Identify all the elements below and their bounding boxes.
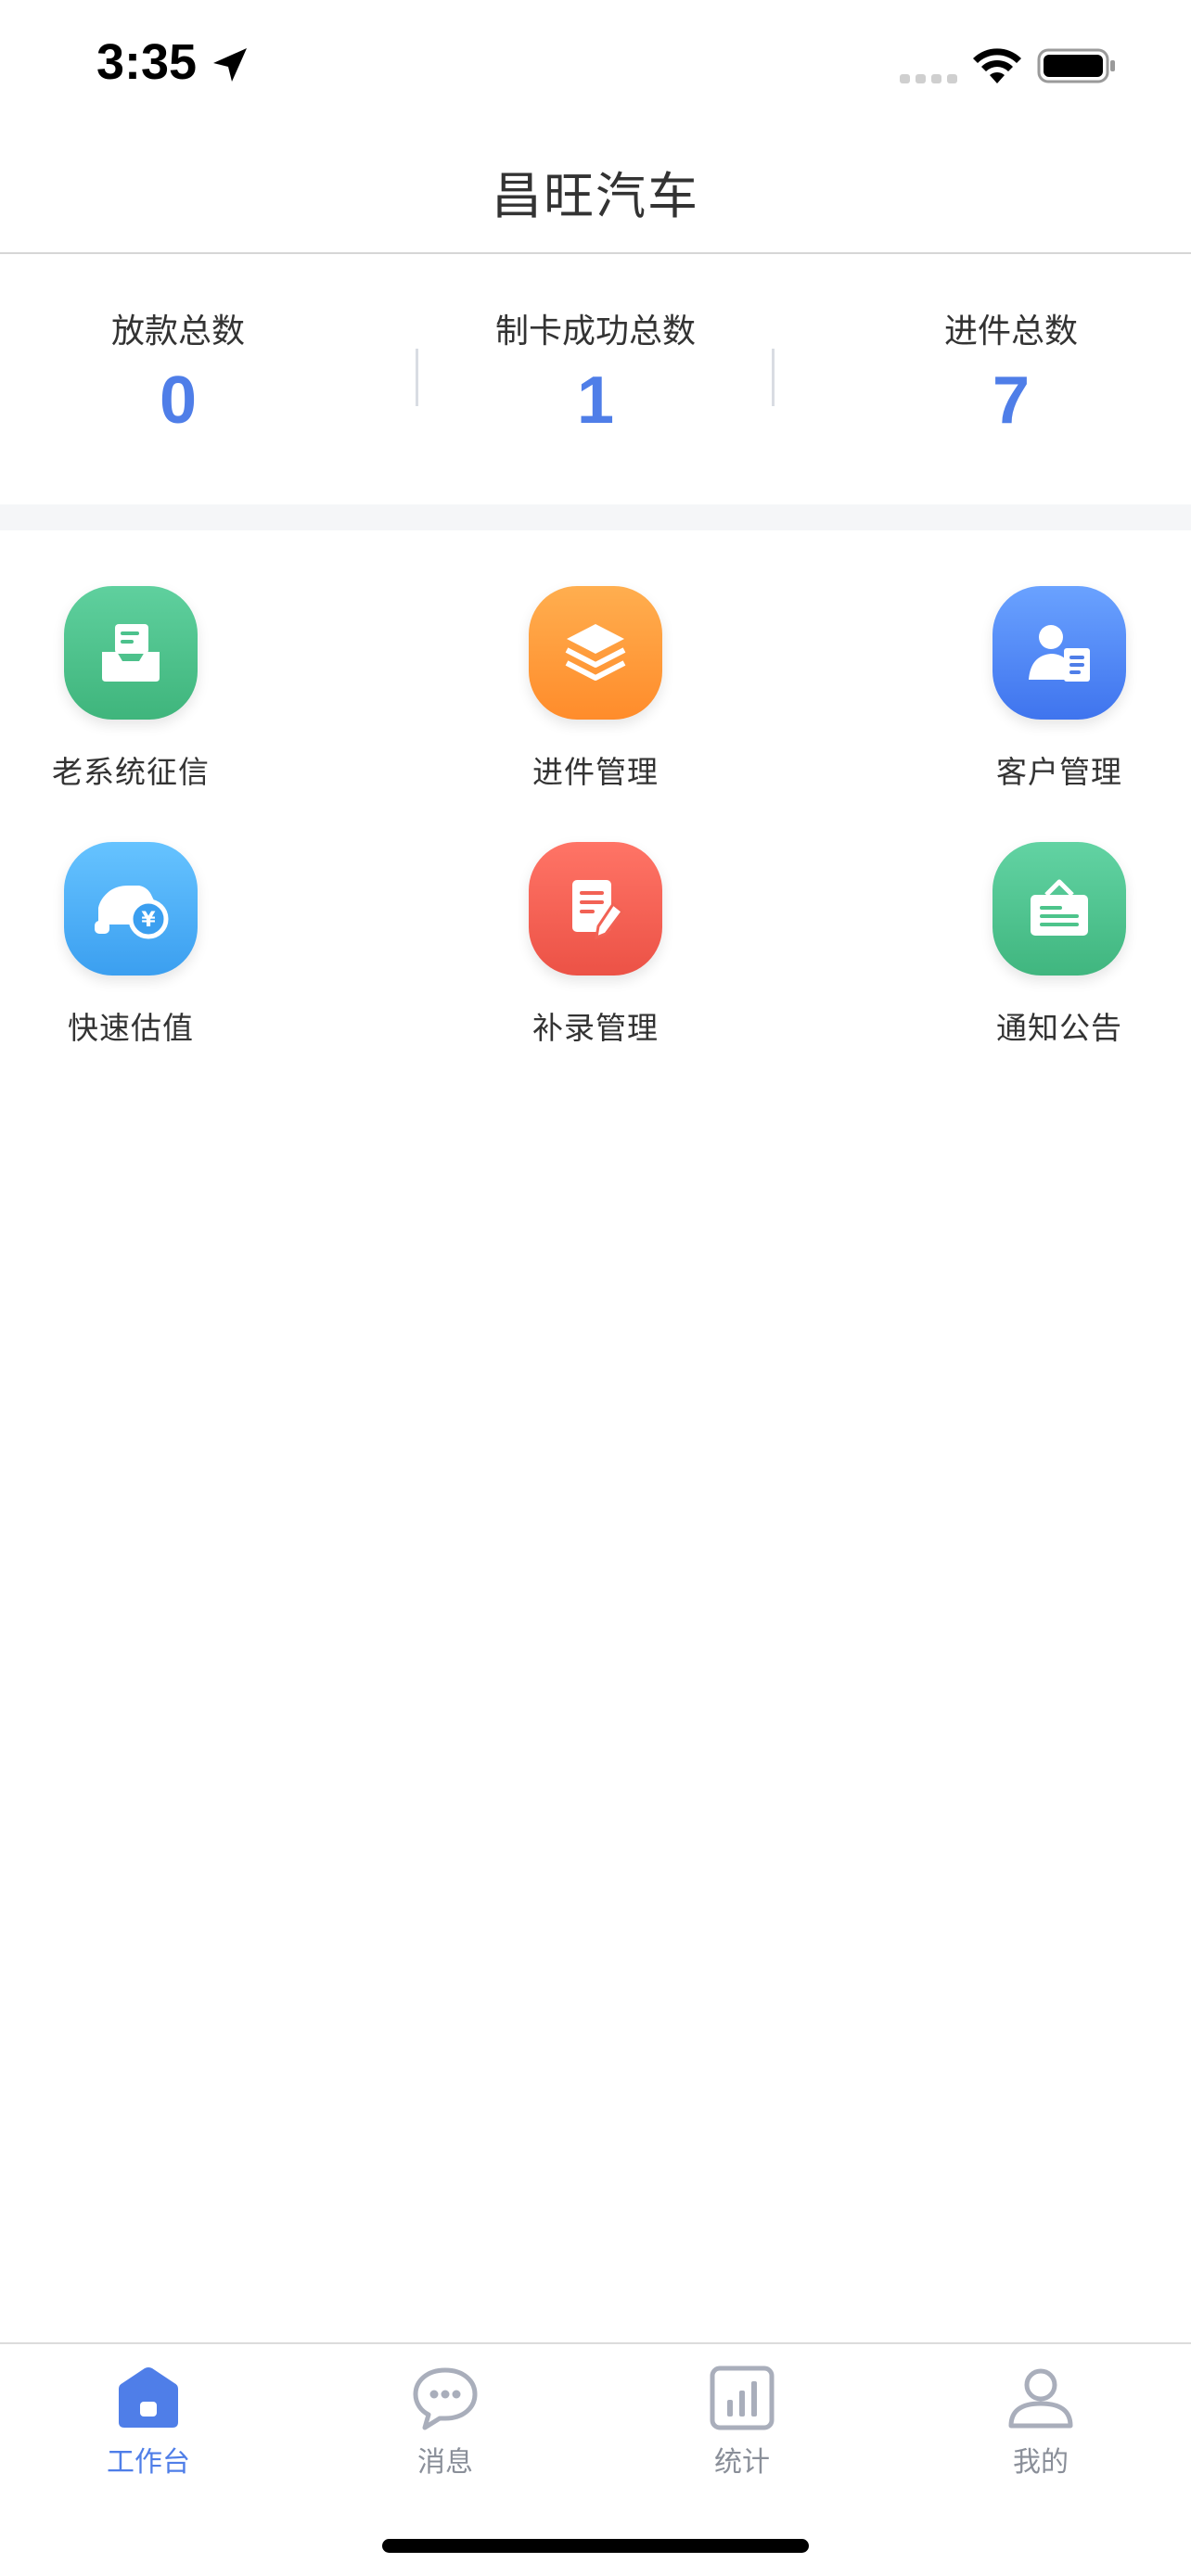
document-edit-icon: [529, 842, 662, 976]
tab-label: 我的: [1013, 2446, 1069, 2479]
tab-label: 统计: [714, 2446, 770, 2479]
stat-label: 放款总数: [110, 312, 245, 351]
stat-divider: [772, 349, 775, 406]
tile-label: 补录管理: [532, 1010, 659, 1046]
battery-icon: [1037, 48, 1115, 83]
bar-chart-icon: [710, 2366, 775, 2430]
status-time: 3:35: [96, 34, 198, 90]
stat-label: 制卡成功总数: [494, 312, 696, 351]
home-icon: [119, 2367, 178, 2428]
tile-label: 客户管理: [996, 754, 1122, 790]
tile-label: 老系统征信: [52, 754, 210, 790]
stat-card-success-total[interactable]: 制卡成功总数 1: [429, 304, 762, 438]
tab-messages[interactable]: 消息: [352, 2363, 538, 2480]
stat-value: 1: [576, 363, 615, 438]
message-bubble-icon: [413, 2367, 478, 2430]
stat-value: 0: [159, 363, 198, 438]
tab-mine[interactable]: 我的: [948, 2363, 1133, 2480]
wifi-icon: [973, 48, 1021, 83]
tab-label: 工作台: [107, 2446, 190, 2479]
stat-value: 7: [992, 363, 1031, 438]
tab-label: 消息: [417, 2446, 473, 2479]
feature-grid: 老系统征信 进件管理 客户管理 ¥ 快速估值 补录管理 通知公告: [0, 530, 1191, 1050]
stat-label: 进件总数: [943, 312, 1078, 351]
inbox-card-icon: [64, 586, 198, 720]
section-separator: [0, 504, 1191, 530]
notice-board-icon: [992, 842, 1126, 976]
cellular-signal-icon: [900, 74, 957, 83]
location-arrow-icon: [213, 48, 247, 82]
home-indicator[interactable]: [382, 2539, 809, 2553]
tab-statistics[interactable]: 统计: [649, 2363, 835, 2480]
tile-customer-management[interactable]: 客户管理: [920, 586, 1191, 792]
tile-label: 通知公告: [996, 1010, 1122, 1046]
tile-quick-valuation[interactable]: ¥ 快速估值: [0, 842, 270, 1048]
tile-old-credit-system[interactable]: 老系统征信: [0, 586, 270, 792]
customer-profile-icon: [992, 586, 1126, 720]
tile-application-management[interactable]: 进件管理: [456, 586, 735, 792]
stat-divider: [416, 349, 418, 406]
stat-loan-total[interactable]: 放款总数 0: [11, 304, 345, 438]
tile-label: 进件管理: [532, 754, 659, 790]
car-valuation-icon: ¥: [64, 842, 198, 976]
nav-bar: 昌旺汽车: [0, 130, 1191, 254]
tile-supplementary-entry[interactable]: 补录管理: [456, 842, 735, 1048]
tile-label: 快速估值: [68, 1010, 194, 1046]
svg-text:¥: ¥: [141, 909, 156, 932]
workbench-screen: 3:35 昌旺汽车 放款总数 0 制卡成功总数 1 进件总数 7 老系统征信 进…: [0, 0, 1191, 2576]
layers-icon: [529, 586, 662, 720]
status-bar: 3:35: [0, 0, 1191, 130]
summary-stats: 放款总数 0 制卡成功总数 1 进件总数 7: [0, 256, 1191, 504]
page-title: 昌旺汽车: [492, 166, 699, 225]
user-icon: [1008, 2368, 1073, 2429]
stat-application-total[interactable]: 进件总数 7: [844, 304, 1178, 438]
tab-workbench[interactable]: 工作台: [56, 2363, 241, 2480]
tile-notice-announcement[interactable]: 通知公告: [920, 842, 1191, 1048]
